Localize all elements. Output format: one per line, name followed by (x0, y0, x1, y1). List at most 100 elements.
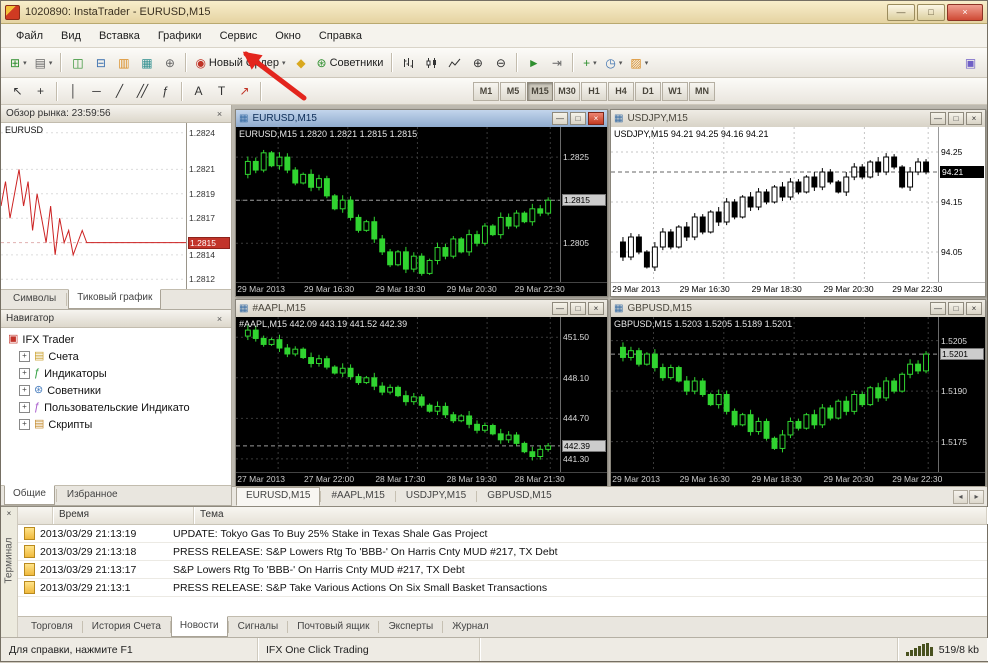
trendline-button[interactable]: ╱ (108, 80, 131, 102)
expand-icon[interactable]: + (19, 368, 30, 379)
menu-item-4[interactable]: Сервис (211, 27, 267, 45)
text-button[interactable]: A (187, 80, 210, 102)
tree-item-3[interactable]: + ƒ Пользовательские Индикато (3, 399, 229, 416)
timeframe-button-m30[interactable]: M30 (554, 81, 580, 101)
close-button[interactable]: × (947, 3, 983, 21)
metaeditor-button[interactable]: ◆ (290, 52, 313, 74)
bar-chart-button[interactable] (397, 52, 420, 74)
periods-button[interactable]: ◷ ▾ (601, 52, 626, 74)
tree-item-4[interactable]: + ▤ Скрипты (3, 416, 229, 433)
chart-window-usdjpy[interactable]: ▦ USDJPY,M15 — □ × USDJPY,M15 94.21 94.2… (610, 109, 986, 297)
profiles-button[interactable]: ▤ ▾ (31, 52, 57, 74)
market-watch-button[interactable]: ◫ (66, 52, 89, 74)
news-row[interactable]: 2013/03/29 21:13:1 PRESS RELEASE: S&P Tak… (18, 579, 987, 597)
timeframe-button-m1[interactable]: M1 (473, 81, 499, 101)
timeframe-button-m5[interactable]: M5 (500, 81, 526, 101)
chart-window-titlebar[interactable]: ▦ GBPUSD,M15 — □ × (611, 300, 985, 317)
terminal-tab-3[interactable]: Сигналы (229, 617, 288, 637)
timeframe-button-w1[interactable]: W1 (662, 81, 688, 101)
candlestick-chart-button[interactable] (420, 52, 443, 74)
restore-button[interactable]: □ (570, 302, 586, 315)
expand-icon[interactable]: + (19, 351, 30, 362)
menu-item-3[interactable]: Графики (149, 27, 211, 45)
new-order-button[interactable]: ◉ Новый Ордер ▾ (191, 52, 289, 74)
minimize-button[interactable]: — (930, 302, 946, 315)
minimize-button[interactable]: — (552, 302, 568, 315)
tick-chart[interactable]: EURUSD (1, 123, 186, 289)
terminal-tab-5[interactable]: Эксперты (379, 617, 442, 637)
menu-item-6[interactable]: Справка (310, 27, 371, 45)
new-chart-button[interactable]: ⊞ ▾ (6, 52, 31, 74)
chart-plot[interactable]: GBPUSD,M15 1.5203 1.5205 1.5189 1.5201 (611, 317, 938, 472)
chart-window-gbpusd[interactable]: ▦ GBPUSD,M15 — □ × GBPUSD,M15 1.5203 1.5… (610, 299, 986, 487)
channel-button[interactable]: ╱╱ (131, 80, 154, 102)
terminal-close-button[interactable]: × (3, 509, 15, 518)
minimize-button[interactable]: — (887, 3, 915, 21)
strategy-tester-button[interactable]: ⊕ (158, 52, 181, 74)
line-chart-button[interactable] (443, 52, 466, 74)
expand-icon[interactable]: + (19, 385, 30, 396)
chart-tab-2[interactable]: USDJPY,M15 (396, 487, 476, 506)
terminal-tab-0[interactable]: Торговля (22, 617, 82, 637)
expand-icon[interactable]: + (19, 402, 30, 413)
chart-window-eurusd[interactable]: ▦ EURUSD,M15 — □ × EURUSD,M15 1.2820 1.2… (235, 109, 608, 297)
news-row[interactable]: 2013/03/29 21:13:17 S&P Lowers Rtg To 'BB… (18, 561, 987, 579)
chart-window-titlebar[interactable]: ▦ USDJPY,M15 — □ × (611, 110, 985, 127)
navigator-header[interactable]: Навигатор × (1, 310, 231, 328)
menu-item-1[interactable]: Вид (52, 27, 90, 45)
autoscroll-button[interactable]: ► (522, 52, 545, 74)
news-topic-column[interactable]: Тема (194, 507, 987, 524)
chart-window-titlebar[interactable]: ▦ #AAPL,M15 — □ × (236, 300, 607, 317)
timeframe-button-h1[interactable]: H1 (581, 81, 607, 101)
news-row[interactable]: 2013/03/29 21:13:18 PRESS RELEASE: S&P Lo… (18, 543, 987, 561)
close-button[interactable]: × (966, 302, 982, 315)
restore-button[interactable]: □ (948, 112, 964, 125)
tree-item-1[interactable]: + ƒ Индикаторы (3, 365, 229, 382)
news-row[interactable]: 2013/03/29 21:13:19 UPDATE: Tokyo Gas To … (18, 525, 987, 543)
restore-button[interactable]: □ (570, 112, 586, 125)
community-button[interactable]: ▣ (959, 52, 982, 74)
terminal-button[interactable]: ▦ (135, 52, 158, 74)
tree-item-2[interactable]: + ⊛ Советники (3, 382, 229, 399)
chart-plot[interactable]: #AAPL,M15 442.09 443.19 441.52 442.39 (236, 317, 560, 472)
terminal-tab-2[interactable]: Новости (170, 616, 228, 637)
menu-item-5[interactable]: Окно (266, 27, 310, 45)
chart-tab-3[interactable]: GBPUSD,M15 (477, 487, 561, 506)
timeframe-button-d1[interactable]: D1 (635, 81, 661, 101)
chart-window-titlebar[interactable]: ▦ EURUSD,M15 — □ × (236, 110, 607, 127)
menu-item-0[interactable]: Файл (7, 27, 52, 45)
panel-close-icon[interactable]: × (213, 109, 226, 119)
data-window-button[interactable]: ⊟ (89, 52, 112, 74)
close-button[interactable]: × (966, 112, 982, 125)
chart-plot[interactable]: EURUSD,M15 1.2820 1.2821 1.2815 1.2815 (236, 127, 560, 282)
minimize-button[interactable]: — (930, 112, 946, 125)
templates-button[interactable]: ▨ ▾ (626, 52, 652, 74)
news-time-column[interactable]: Время (53, 507, 194, 524)
expand-icon[interactable]: + (19, 419, 30, 430)
tab-symbols[interactable]: Символы (4, 290, 65, 309)
navigator-button[interactable]: ▥ (112, 52, 135, 74)
zoom-in-button[interactable]: ⊕ (466, 52, 489, 74)
chart-window-aapl[interactable]: ▦ #AAPL,M15 — □ × #AAPL,M15 442.09 443.1… (235, 299, 608, 487)
tab-tick-chart[interactable]: Тиковый график (68, 289, 162, 309)
restore-button[interactable]: □ (948, 302, 964, 315)
horizontal-line-button[interactable]: ─ (85, 80, 108, 102)
scroll-left-button[interactable]: ◂ (953, 489, 968, 504)
tree-item-root[interactable]: ▣ IFX Trader (3, 331, 229, 348)
terminal-tab-1[interactable]: История Счета (83, 617, 170, 637)
timeframe-button-m15[interactable]: M15 (527, 81, 553, 101)
menu-item-2[interactable]: Вставка (90, 27, 149, 45)
chart-plot[interactable]: USDJPY,M15 94.21 94.25 94.16 94.21 (611, 127, 938, 282)
titlebar[interactable]: 1020890: InstaTrader - EURUSD,M15 — □ × (1, 1, 987, 24)
text-label-button[interactable]: T (210, 80, 233, 102)
indicators-button[interactable]: + ▾ (578, 52, 601, 74)
crosshair-button[interactable]: + (29, 80, 52, 102)
tab-favorites[interactable]: Избранное (58, 486, 127, 505)
tab-common[interactable]: Общие (4, 485, 55, 505)
fibonacci-button[interactable]: ƒ (154, 80, 177, 102)
market-watch-header[interactable]: Обзор рынка: 23:59:56 × (1, 105, 231, 123)
timeframe-button-h4[interactable]: H4 (608, 81, 634, 101)
terminal-tab-4[interactable]: Почтовый ящик (288, 617, 378, 637)
arrows-button[interactable]: ↗ (233, 80, 256, 102)
chart-shift-button[interactable]: ⇥ (545, 52, 568, 74)
